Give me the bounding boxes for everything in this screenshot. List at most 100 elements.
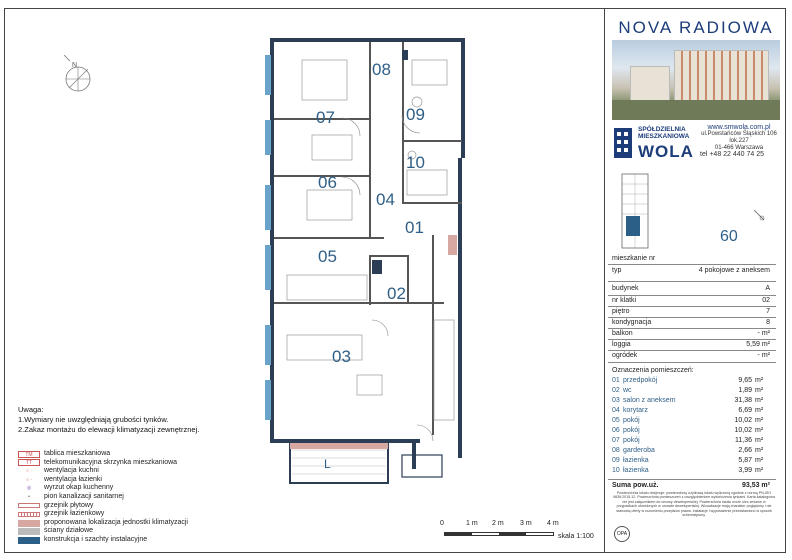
room-number: 01 bbox=[612, 377, 620, 384]
separator bbox=[608, 317, 776, 318]
legend: TM tablica mieszkaniowa TT telekomunikac… bbox=[18, 450, 188, 545]
room-label-10: 10 bbox=[406, 153, 425, 172]
detail-value: 7 bbox=[766, 308, 770, 315]
room-area: 31,38 bbox=[734, 397, 752, 404]
legend-item: TM tablica mieszkaniowa bbox=[18, 450, 188, 459]
separator bbox=[608, 306, 776, 307]
detail-value: A bbox=[765, 285, 770, 292]
separator bbox=[608, 339, 776, 340]
room-area: 2,66 bbox=[738, 447, 752, 454]
detail-value: 8 bbox=[766, 319, 770, 326]
room-row: 01 przedpokój 9,65 m² bbox=[612, 377, 772, 387]
room-label-01: 01 bbox=[405, 218, 424, 237]
room-area: 11,36 bbox=[735, 437, 752, 444]
room-area: 5,87 bbox=[738, 457, 752, 464]
legend-label: ściany działowe bbox=[44, 527, 94, 535]
separator bbox=[608, 350, 776, 351]
legend-label: grzejnik płytowy bbox=[44, 501, 94, 509]
legend-label: grzejnik łazienkowy bbox=[44, 510, 105, 518]
total-area-value: 93,53 m² bbox=[741, 482, 770, 489]
room-name: łazienka bbox=[623, 457, 649, 464]
brand-title: NOVA RADIOWA bbox=[618, 18, 774, 37]
address-line1: ul.Powstańców Śląskich 106 lok.227 bbox=[701, 131, 777, 144]
separator bbox=[608, 362, 776, 363]
room-name: pokój bbox=[623, 437, 640, 444]
phone: tel +48 22 440 74 25 bbox=[700, 151, 765, 158]
room-label-06: 06 bbox=[318, 173, 337, 192]
detail-label: piętro bbox=[612, 308, 630, 315]
room-area: 10,02 bbox=[734, 417, 752, 424]
separator bbox=[608, 479, 776, 480]
note-1: 1.Wymiary nie uwzględniają grubości tynk… bbox=[18, 415, 169, 424]
room-row: 04 korytarz 6,69 m² bbox=[612, 407, 772, 417]
room-number: 03 bbox=[612, 397, 620, 404]
apartment-number: 60 bbox=[720, 228, 738, 245]
legend-label: wentylacja łazienki bbox=[44, 475, 102, 483]
room-label-05: 05 bbox=[318, 247, 337, 266]
room-unit: m² bbox=[755, 397, 764, 404]
floor-plan: L bbox=[265, 38, 465, 484]
room-unit: m² bbox=[755, 467, 764, 474]
room-row: 10 łazienka 3,99 m² bbox=[612, 467, 772, 477]
note-2: 2.Zakaz montażu do elewacji klimatyzacji… bbox=[18, 425, 200, 434]
room-name: garderoba bbox=[623, 447, 655, 454]
scale-tick: 3 m bbox=[520, 520, 532, 527]
building-logo-icon bbox=[614, 128, 632, 158]
developer-line: SPÓŁDZIELNIA MIESZKANIOWA bbox=[638, 126, 689, 140]
room-row: 02 wc 1,89 m² bbox=[612, 387, 772, 397]
room-area: 1,89 bbox=[738, 387, 752, 394]
legend-item: ◎ wyrzut okap kuchenny bbox=[18, 484, 188, 493]
scale-tick: 2 m bbox=[492, 520, 504, 527]
legend-label: wentylacja kuchni bbox=[44, 467, 99, 475]
legend-label: pion kanalizacji sanitarnej bbox=[44, 492, 124, 500]
room-label-02: 02 bbox=[387, 284, 406, 303]
room-label-08: 08 bbox=[372, 60, 391, 79]
legend-item: konstrukcja i szachty instalacyjne bbox=[18, 536, 188, 545]
room-unit: m² bbox=[755, 417, 764, 424]
room-area: 9,65 bbox=[738, 377, 752, 384]
scale-bar bbox=[444, 532, 554, 536]
developer-line1: SPÓŁDZIELNIA bbox=[638, 126, 686, 133]
room-number: 02 bbox=[612, 387, 620, 394]
legend-item: • pion kanalizacji sanitarnej bbox=[18, 493, 188, 502]
total-area: Suma pow.uż. 93,53 m² bbox=[612, 482, 772, 489]
scale-tick: 4 m bbox=[547, 520, 559, 527]
tt-icon: TT bbox=[18, 459, 40, 467]
legend-label: proponowana lokalizacja jednostki klimat… bbox=[44, 518, 188, 526]
apartment-number-label: mieszkanie nr bbox=[612, 255, 656, 262]
structure-icon bbox=[18, 536, 40, 544]
room-number: 04 bbox=[612, 407, 620, 414]
detail-value: - m² bbox=[757, 352, 770, 359]
legend-item: grzejnik łazienkowy bbox=[18, 510, 188, 519]
separator bbox=[608, 281, 776, 282]
legend-item: grzejnik płytowy bbox=[18, 502, 188, 511]
ac-unit-icon bbox=[18, 519, 40, 527]
separator bbox=[608, 264, 776, 265]
room-row: 07 pokój 11,36 m² bbox=[612, 437, 772, 447]
room-unit: m² bbox=[755, 407, 764, 414]
building-photo bbox=[612, 40, 780, 120]
room-unit: m² bbox=[755, 437, 764, 444]
room-area: 6,69 bbox=[738, 407, 752, 414]
detail-label: balkon bbox=[612, 330, 633, 337]
room-unit: m² bbox=[755, 447, 764, 454]
panel-divider bbox=[604, 8, 605, 553]
tm-icon: TM bbox=[18, 450, 40, 458]
detail-value: 02 bbox=[762, 297, 770, 304]
detail-label: budynek bbox=[612, 285, 639, 292]
separator bbox=[608, 328, 776, 329]
bath-radiator-icon bbox=[18, 511, 40, 517]
rooms-title: Oznaczenia pomieszczeń: bbox=[612, 367, 694, 374]
room-label-04: 04 bbox=[376, 190, 395, 209]
disclaimer: Powierzchnia lokalu obejmuje: powierzchn… bbox=[613, 491, 775, 518]
scale-label: skala 1:100 bbox=[558, 533, 594, 540]
room-name: wc bbox=[623, 387, 632, 394]
separator bbox=[608, 295, 776, 296]
compass-icon: N bbox=[63, 55, 91, 92]
key-plan bbox=[621, 173, 649, 249]
detail-label: loggia bbox=[612, 341, 631, 348]
room-row: 06 pokój 10,02 m² bbox=[612, 427, 772, 437]
website-link[interactable]: www.smwola.com.pl bbox=[694, 124, 784, 131]
legend-label: telekomunikacyjna skrzynka mieszkaniowa bbox=[44, 458, 178, 466]
room-unit: m² bbox=[755, 427, 764, 434]
